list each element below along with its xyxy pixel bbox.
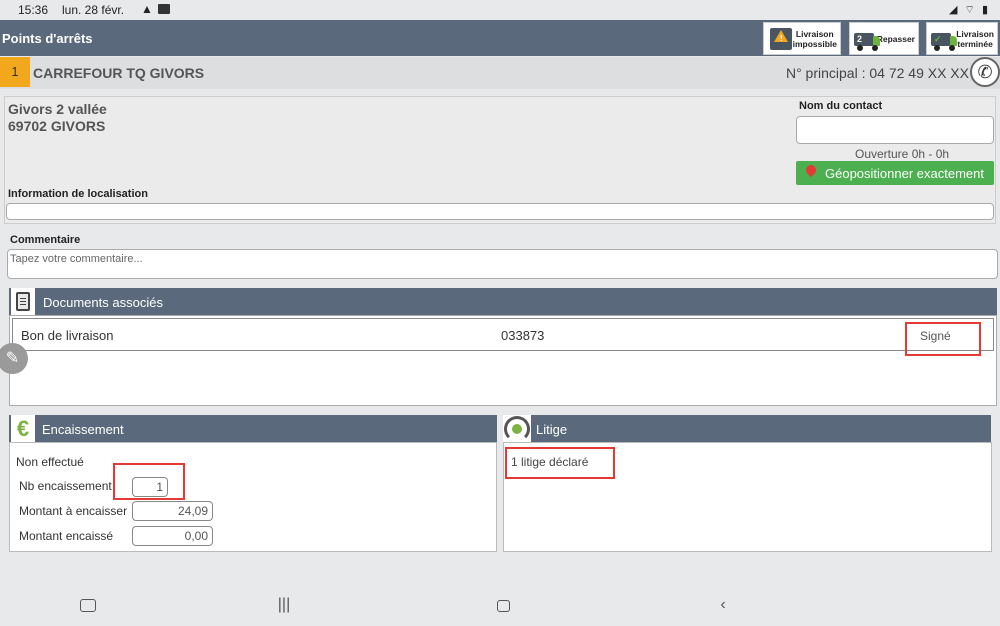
livraison-terminee-label: Livraison terminée — [956, 28, 994, 49]
montant-encaisse-label: Montant encaissé — [19, 529, 114, 543]
truck-check-icon: ✓ — [930, 26, 957, 52]
contact-label: Nom du contact — [799, 100, 883, 112]
map-pin-icon — [804, 165, 818, 181]
recent-apps-icon[interactable]: ||| — [272, 596, 296, 614]
encaissement-header: € Encaissement — [9, 415, 497, 442]
location-info-input[interactable] — [6, 203, 994, 220]
screenshot-icon[interactable] — [76, 596, 100, 612]
image-icon — [158, 4, 170, 14]
repasser-button[interactable]: 2 Repasser — [849, 22, 919, 55]
app-header: Points d'arrêts ! Livraison impossible 2… — [0, 20, 1000, 56]
documents-list: Bon de livraison 033873 Signé — [9, 315, 997, 406]
address-section: Givors 2 vallée 69702 GIVORS Nom du cont… — [4, 96, 996, 224]
litige-title: Litige — [536, 422, 568, 437]
euro-icon: € — [11, 415, 35, 442]
truck-icon: 2 — [853, 26, 880, 52]
date: lun. 28 févr. — [62, 3, 125, 17]
stop-name: CARREFOUR TQ GIVORS — [33, 65, 205, 81]
system-icons: ◢ ⌔ ▮ — [949, 4, 990, 16]
repasser-number: 2 — [857, 33, 863, 44]
opening-hours: Ouverture 0h - 0h — [855, 147, 950, 161]
montant-a-encaisser-label: Montant à encaisser — [19, 504, 128, 518]
phone-number: N° principal : 04 72 49 XX XX — [785, 65, 969, 81]
nb-encaissement-label: Nb encaissement — [19, 479, 112, 493]
phone-call-icon[interactable]: ✆ — [970, 57, 1000, 87]
litige-panel: 1 litige déclaré — [503, 442, 992, 552]
documents-header: Documents associés — [9, 288, 997, 315]
livraison-terminee-button[interactable]: ✓ Livraison terminée — [926, 22, 998, 55]
back-icon[interactable]: ‹ — [711, 596, 735, 614]
stop-header: 1 CARREFOUR TQ GIVORS N° principal : 04 … — [0, 57, 1000, 89]
home-icon[interactable] — [491, 596, 515, 612]
repasser-label: Repasser — [876, 33, 915, 44]
litige-text[interactable]: 1 litige déclaré — [511, 455, 588, 469]
warning-icon: ▲ — [141, 2, 153, 16]
address-line-1: Givors 2 vallée — [8, 101, 107, 117]
clock: 15:36 — [18, 3, 49, 17]
comment-label: Commentaire — [10, 234, 81, 246]
document-icon — [11, 288, 35, 315]
litige-header: Litige — [503, 415, 991, 442]
document-status: Signé — [920, 329, 951, 343]
document-number: 033873 — [501, 328, 545, 343]
page-title: Points d'arrêts — [2, 31, 93, 46]
system-nav-bar: ||| ‹ — [0, 586, 1000, 626]
nb-encaissement-input[interactable]: 1 — [132, 477, 168, 497]
livraison-impossible-label: Livraison impossible — [792, 28, 837, 49]
document-type: Bon de livraison — [21, 328, 114, 343]
document-row[interactable]: Bon de livraison 033873 Signé — [12, 318, 994, 351]
encaissement-title: Encaissement — [42, 422, 124, 437]
truck-warning-icon: ! — [767, 26, 792, 52]
encaissement-panel: Non effectué Nb encaissement 1 Montant à… — [9, 442, 497, 552]
montant-encaisse-input[interactable]: 0,00 — [132, 526, 213, 546]
address-line-2: 69702 GIVORS — [8, 118, 106, 134]
contact-name-input[interactable] — [796, 116, 994, 144]
location-info-label: Information de localisation — [8, 188, 148, 200]
documents-title: Documents associés — [43, 295, 163, 310]
comment-input[interactable]: Tapez votre commentaire... — [7, 249, 998, 279]
geolocate-label: Géopositionner exactement — [825, 165, 984, 181]
stop-number-badge: 1 — [0, 57, 30, 87]
montant-a-encaisser-input[interactable]: 24,09 — [132, 501, 213, 521]
geolocate-button[interactable]: Géopositionner exactement — [796, 161, 994, 185]
livraison-impossible-button[interactable]: ! Livraison impossible — [763, 22, 841, 55]
system-status-bar: 15:36 lun. 28 févr. ▲ ◢ ⌔ ▮ — [0, 0, 1000, 20]
encaissement-status: Non effectué — [16, 455, 84, 469]
litige-icon — [503, 415, 531, 442]
